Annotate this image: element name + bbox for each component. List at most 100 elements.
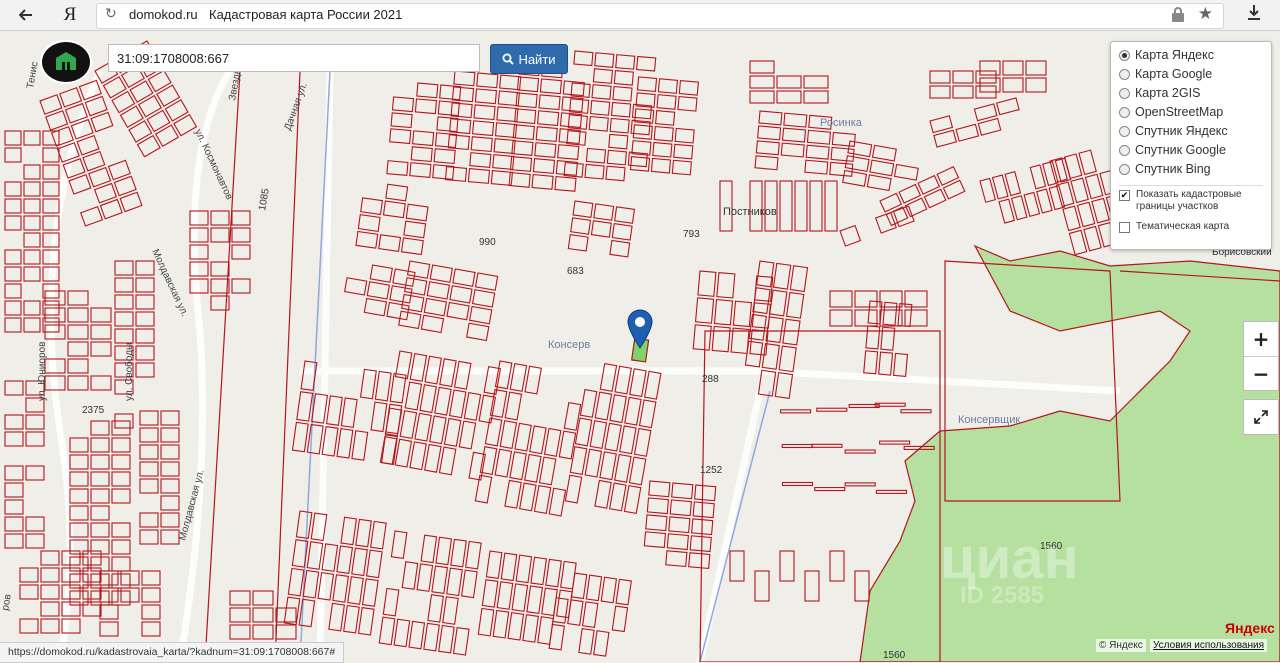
- parcel: [643, 370, 662, 400]
- parcel: [973, 103, 998, 122]
- parcel: [336, 428, 354, 459]
- parcel: [804, 159, 829, 175]
- search-button-label: Найти: [518, 51, 556, 67]
- place-label-konservshchik: Консервщик: [958, 414, 1020, 426]
- parcel: [414, 98, 438, 115]
- parcel-block: [749, 60, 829, 104]
- layer-option-yandex-satellite[interactable]: Спутник Яндекс: [1119, 122, 1228, 140]
- parcel: [42, 181, 60, 197]
- layer-option-label: Спутник Яндекс: [1135, 124, 1228, 138]
- search-button[interactable]: Найти: [490, 44, 568, 74]
- reload-icon[interactable]: ↻: [105, 6, 117, 22]
- parcel: [643, 531, 667, 549]
- parcel: [141, 621, 161, 637]
- parcel: [614, 453, 632, 483]
- parcel: [600, 576, 618, 604]
- address-bar[interactable]: ↻ domokod.ru Кадастровая карта России 20…: [96, 3, 1224, 29]
- parcel: [929, 70, 951, 84]
- back-button[interactable]: [14, 4, 38, 26]
- layer-option-yandex-map[interactable]: Карта Яндекс: [1119, 46, 1214, 64]
- parcel: [424, 443, 442, 473]
- parcel: [650, 157, 672, 174]
- parcel: [477, 607, 495, 637]
- parcel: [90, 307, 112, 323]
- yandex-button[interactable]: Я: [58, 4, 82, 26]
- parcel: [636, 55, 657, 72]
- parcel: [328, 602, 345, 632]
- parcel: [365, 549, 383, 579]
- parcel: [23, 317, 41, 333]
- parcel: [135, 328, 155, 344]
- download-icon[interactable]: [1247, 4, 1261, 24]
- parcel: [535, 126, 558, 143]
- arrow-left-icon: [19, 9, 32, 21]
- layer-option-google-map[interactable]: Карта Google: [1119, 65, 1212, 83]
- parcel: [754, 155, 779, 171]
- lock-icon[interactable]: [1171, 7, 1185, 23]
- forest-area: [859, 244, 1280, 662]
- parcel: [90, 454, 110, 470]
- location-pin-icon[interactable]: [627, 309, 653, 349]
- parcel: [666, 533, 689, 551]
- fullscreen-button[interactable]: [1243, 399, 1279, 435]
- street-label-svobody: ул. Свободы: [123, 343, 135, 401]
- parcel: [446, 301, 470, 321]
- parcel-block: [829, 290, 928, 327]
- parcel: [496, 581, 514, 610]
- zoom-out-button[interactable]: −: [1244, 356, 1278, 391]
- parcel: [23, 266, 41, 282]
- terms-link[interactable]: Условия использования: [1150, 639, 1267, 652]
- parcel: [652, 141, 673, 158]
- place-label-postnikov: Постников: [723, 206, 777, 218]
- parcel: [605, 165, 626, 182]
- parcel: [420, 534, 438, 564]
- parcel: [231, 244, 251, 260]
- parcel: [606, 149, 628, 166]
- parcel: [25, 431, 45, 447]
- show-borders-checkbox[interactable]: ✔ Показать кадастровые границы участков: [1119, 189, 1265, 213]
- parcel: [829, 309, 853, 327]
- parcel: [351, 430, 369, 461]
- layer-option-google-satellite[interactable]: Спутник Google: [1119, 141, 1226, 159]
- parcel: [765, 316, 784, 344]
- parcel: [114, 328, 134, 344]
- parcel: [355, 518, 372, 548]
- parcel: [389, 128, 412, 145]
- parcel-block: [4, 380, 45, 549]
- parcel: [803, 75, 829, 89]
- layer-option-osm[interactable]: OpenStreetMap: [1119, 103, 1223, 121]
- parcel: [570, 572, 588, 600]
- parcel: [854, 570, 870, 602]
- parcel: [638, 399, 657, 429]
- parcel: [139, 410, 159, 426]
- parcel: [363, 297, 388, 317]
- parcel: [398, 310, 422, 330]
- parcel: [904, 309, 928, 327]
- layer-option-bing-satellite[interactable]: Спутник Bing: [1119, 160, 1211, 178]
- parcel: [758, 110, 783, 126]
- parcel: [844, 482, 876, 487]
- zoom-in-button[interactable]: +: [1244, 322, 1278, 356]
- parcel: [40, 584, 60, 600]
- parcel: [90, 437, 110, 453]
- parcel: [619, 425, 637, 455]
- site-logo[interactable]: [42, 42, 90, 82]
- parcel: [68, 174, 92, 195]
- parcel: [1063, 153, 1083, 180]
- parcel: [141, 587, 161, 603]
- parcel: [390, 530, 408, 560]
- parcel: [671, 482, 694, 500]
- star-icon[interactable]: ★: [1198, 4, 1213, 24]
- parcel: [409, 352, 428, 382]
- parcel: [423, 622, 440, 652]
- thematic-map-checkbox[interactable]: Тематическая карта: [1119, 221, 1229, 233]
- parcel: [1036, 188, 1053, 214]
- checkbox-checked-icon: ✔: [1119, 190, 1130, 201]
- parcel: [537, 616, 554, 645]
- place-label-konserv: Консерв: [548, 339, 590, 351]
- parcel: [355, 230, 379, 249]
- parcel: [829, 290, 853, 308]
- layer-option-2gis-map[interactable]: Карта 2GIS: [1119, 84, 1200, 102]
- cadastral-search-input[interactable]: [108, 44, 480, 72]
- parcel: [374, 370, 392, 402]
